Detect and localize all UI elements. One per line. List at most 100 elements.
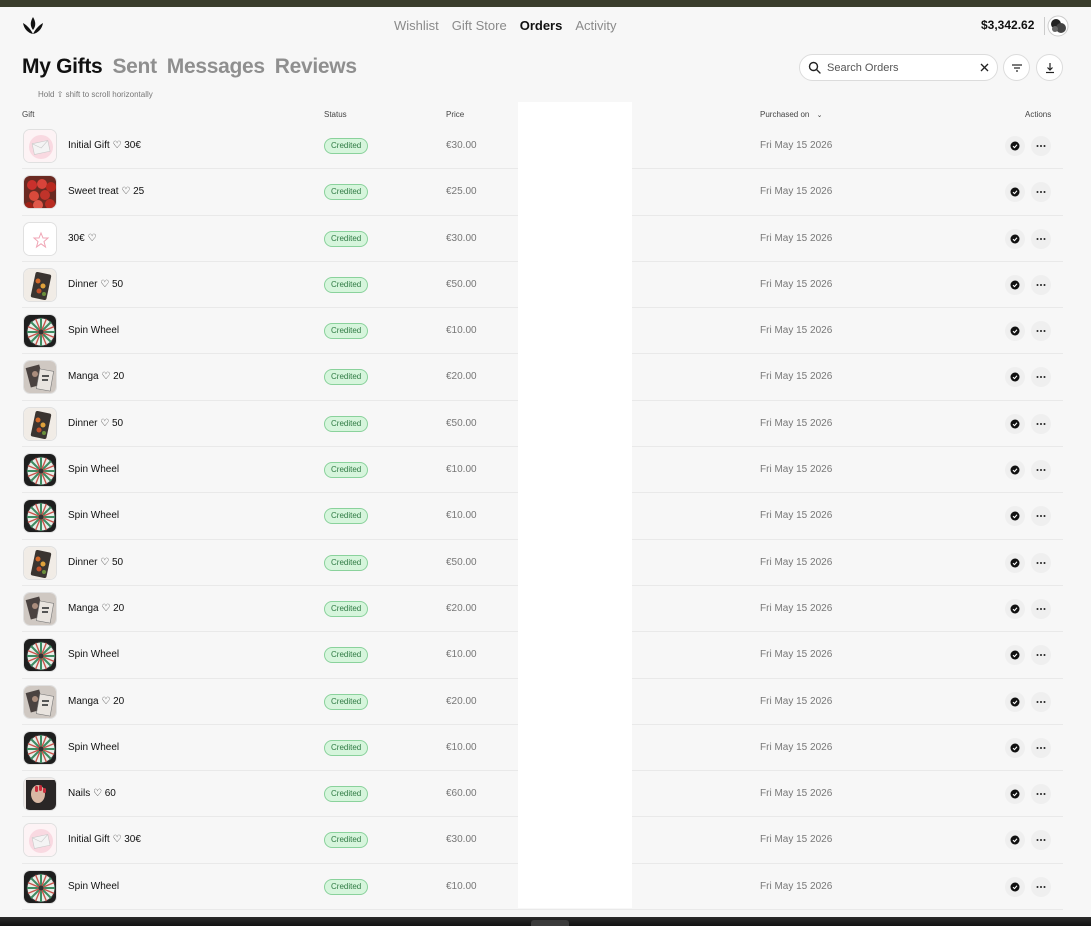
confirm-button[interactable] xyxy=(1005,645,1025,666)
tab-sent[interactable]: Sent xyxy=(112,55,157,79)
gift-name[interactable]: Initial Gift ♡ 30€ xyxy=(68,140,141,151)
gift-price: €10.00 xyxy=(446,741,477,753)
more-options-button[interactable] xyxy=(1031,876,1051,897)
gift-name[interactable]: Spin Wheel xyxy=(68,742,119,753)
ellipsis-icon xyxy=(1036,700,1046,703)
more-options-button[interactable] xyxy=(1031,506,1051,527)
more-options-button[interactable] xyxy=(1031,737,1051,758)
check-badge-icon xyxy=(1010,511,1020,521)
gift-name[interactable]: Manga ♡ 20 xyxy=(68,371,124,382)
check-badge-icon xyxy=(1010,187,1020,197)
gift-thumbnail xyxy=(23,499,57,534)
more-options-button[interactable] xyxy=(1031,182,1051,203)
redacted-area xyxy=(518,102,632,908)
more-options-button[interactable] xyxy=(1031,691,1051,712)
status-badge: Credited xyxy=(324,600,369,617)
confirm-button[interactable] xyxy=(1005,506,1025,527)
ellipsis-icon xyxy=(1036,330,1046,333)
more-options-button[interactable] xyxy=(1031,645,1051,666)
gift-name[interactable]: Spin Wheel xyxy=(68,649,119,660)
status-badge: Credited xyxy=(324,415,369,432)
purchase-date: Fri May 15 2026 xyxy=(760,371,833,383)
gift-name[interactable]: Initial Gift ♡ 30€ xyxy=(68,834,141,845)
status-badge: Credited xyxy=(324,462,369,479)
confirm-button[interactable] xyxy=(1005,552,1025,573)
tab-messages[interactable]: Messages xyxy=(167,55,265,79)
header-divider xyxy=(1044,17,1045,35)
more-options-button[interactable] xyxy=(1031,460,1051,481)
confirm-button[interactable] xyxy=(1005,321,1025,342)
filter-button[interactable] xyxy=(1003,54,1030,81)
purchase-date: Fri May 15 2026 xyxy=(760,649,833,661)
user-avatar-icon[interactable] xyxy=(1047,15,1069,37)
balance-amount[interactable]: $3,342.62 xyxy=(981,18,1034,32)
check-badge-icon xyxy=(1010,280,1020,290)
more-options-button[interactable] xyxy=(1031,552,1051,573)
purchase-date: Fri May 15 2026 xyxy=(760,278,833,290)
confirm-button[interactable] xyxy=(1005,367,1025,388)
confirm-button[interactable] xyxy=(1005,737,1025,758)
gift-name[interactable]: Spin Wheel xyxy=(68,464,119,475)
confirm-button[interactable] xyxy=(1005,460,1025,481)
top-header: Wishlist Gift Store Orders Activity $3,3… xyxy=(0,7,1091,45)
gift-price: €20.00 xyxy=(446,371,477,383)
confirm-button[interactable] xyxy=(1005,784,1025,805)
confirm-button[interactable] xyxy=(1005,876,1025,897)
purchase-date: Fri May 15 2026 xyxy=(760,556,833,568)
more-options-button[interactable] xyxy=(1031,784,1051,805)
tab-my-gifts[interactable]: My Gifts xyxy=(22,55,103,79)
nav-gift-store[interactable]: Gift Store xyxy=(452,18,507,33)
check-badge-icon xyxy=(1010,743,1020,753)
gift-name[interactable]: Manga ♡ 20 xyxy=(68,696,124,707)
gift-name[interactable]: Dinner ♡ 50 xyxy=(68,557,123,568)
ellipsis-icon xyxy=(1036,191,1046,194)
download-button[interactable] xyxy=(1036,54,1063,81)
ellipsis-icon xyxy=(1036,283,1046,286)
gift-name[interactable]: Dinner ♡ 50 xyxy=(68,279,123,290)
more-options-button[interactable] xyxy=(1031,830,1051,851)
more-options-button[interactable] xyxy=(1031,598,1051,619)
gift-name[interactable]: 30€ ♡ xyxy=(68,233,96,244)
check-badge-icon xyxy=(1010,372,1020,382)
nav-activity[interactable]: Activity xyxy=(575,18,616,33)
gift-name[interactable]: Manga ♡ 20 xyxy=(68,603,124,614)
gift-name[interactable]: Dinner ♡ 50 xyxy=(68,418,123,429)
confirm-button[interactable] xyxy=(1005,830,1025,851)
sort-chevron-icon: ⌄ xyxy=(816,112,823,119)
status-badge: Credited xyxy=(324,554,369,571)
confirm-button[interactable] xyxy=(1005,274,1025,295)
confirm-button[interactable] xyxy=(1005,413,1025,434)
confirm-button[interactable] xyxy=(1005,691,1025,712)
gift-name[interactable]: Spin Wheel xyxy=(68,881,119,892)
status-badge: Credited xyxy=(324,276,369,293)
gift-thumbnail xyxy=(23,869,57,904)
purchase-date: Fri May 15 2026 xyxy=(760,741,833,753)
ellipsis-icon xyxy=(1036,422,1046,425)
confirm-button[interactable] xyxy=(1005,598,1025,619)
search-input[interactable] xyxy=(827,59,972,77)
more-options-button[interactable] xyxy=(1031,367,1051,388)
confirm-button[interactable] xyxy=(1005,228,1025,249)
more-options-button[interactable] xyxy=(1031,136,1051,156)
gift-thumbnail xyxy=(23,453,57,488)
more-options-button[interactable] xyxy=(1031,413,1051,434)
gift-name[interactable]: Spin Wheel xyxy=(68,510,119,521)
clear-search-icon[interactable] xyxy=(979,62,990,73)
gift-name[interactable]: Nails ♡ 60 xyxy=(68,788,116,799)
gift-thumbnail xyxy=(23,406,57,441)
tab-reviews[interactable]: Reviews xyxy=(275,55,357,79)
more-options-button[interactable] xyxy=(1031,228,1051,249)
brand-logo-icon[interactable] xyxy=(22,16,44,36)
gift-name[interactable]: Sweet treat ♡ 25 xyxy=(68,186,144,197)
status-badge: Credited xyxy=(324,323,369,340)
nav-orders[interactable]: Orders xyxy=(520,18,563,33)
confirm-button[interactable] xyxy=(1005,182,1025,203)
gift-name[interactable]: Spin Wheel xyxy=(68,325,119,336)
confirm-button[interactable] xyxy=(1005,136,1025,156)
column-purchased-on[interactable]: Purchased on ⌄ xyxy=(760,110,822,119)
nav-wishlist[interactable]: Wishlist xyxy=(394,18,439,33)
more-options-button[interactable] xyxy=(1031,321,1051,342)
search-icon xyxy=(808,61,821,74)
bottom-tab xyxy=(531,920,569,926)
more-options-button[interactable] xyxy=(1031,274,1051,295)
